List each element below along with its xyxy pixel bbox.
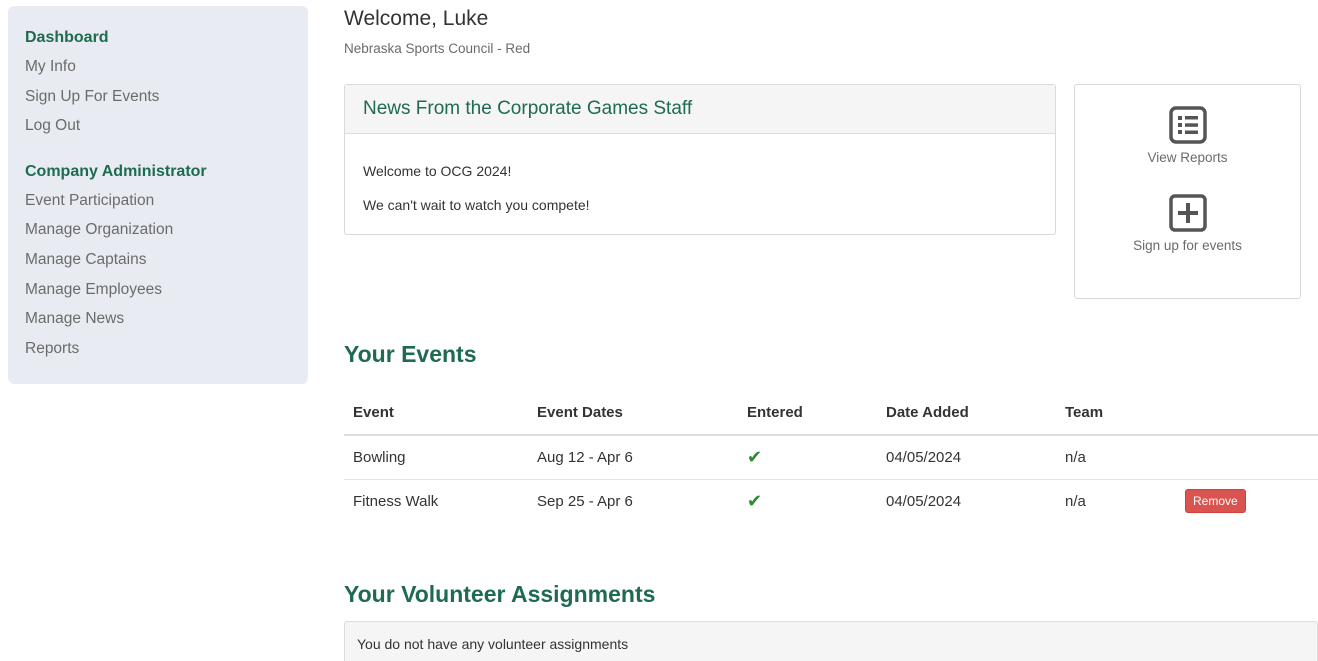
team: n/a [1065,492,1086,510]
sidebar-heading-company-administrator[interactable]: Company Administrator [25,162,308,182]
sidebar-item-event-participation[interactable]: Event Participation [25,191,308,221]
event-dates: Aug 12 - Apr 6 [528,435,738,480]
news-message: We can't wait to watch you compete! [363,197,590,213]
quick-actions-panel: View Reports Sign up for events [1074,84,1301,299]
volunteer-assignments-heading: Your Volunteer Assignments [344,581,656,607]
column-header-actions [1176,391,1318,436]
date-added: 04/05/2024 [886,492,962,510]
sidebar-item-manage-news[interactable]: Manage News [25,309,308,339]
team: n/a [1056,435,1176,480]
sidebar-item-manage-employees[interactable]: Manage Employees [25,280,308,310]
organization-subtitle: Nebraska Sports Council - Red [344,41,531,56]
volunteer-empty-message: You do not have any volunteer assignment… [344,621,1318,661]
sidebar-item-sign-up-for-events[interactable]: Sign Up For Events [25,87,308,117]
sidebar-item-reports[interactable]: Reports [25,339,308,369]
table-row: Bowling Aug 12 - Apr 6 ✔ 04/05/2024 n/a [344,435,1318,480]
remove-button[interactable]: Remove [1185,489,1246,514]
sidebar-item-manage-captains[interactable]: Manage Captains [25,250,308,280]
event-name: Bowling [344,435,528,480]
event-dates: Sep 25 - Apr 6 [537,492,633,510]
column-header-date-added: Date Added [877,391,1056,436]
table-header-row: Event Event Dates Entered Date Added Tea… [344,391,1318,436]
view-reports-link[interactable]: View Reports [1075,105,1300,167]
plus-square-icon [1168,194,1207,232]
events-table: Event Event Dates Entered Date Added Tea… [344,391,1318,523]
column-header-event: Event [344,391,528,436]
table-row: Fitness Walk Sep 25 - Apr 6 ✔ 04/05/2024… [344,479,1318,523]
column-header-event-dates: Event Dates [528,391,738,436]
list-icon [1168,106,1207,144]
sidebar-item-my-info[interactable]: My Info [25,57,308,87]
date-added: 04/05/2024 [877,435,1056,480]
row-actions [1176,435,1318,480]
news-panel-body: Welcome to OCG 2024! We can't wait to wa… [345,134,1055,214]
sign-up-for-events-label: Sign up for events [1133,238,1242,253]
sidebar-heading-dashboard[interactable]: Dashboard [25,28,308,48]
sign-up-for-events-link[interactable]: Sign up for events [1075,193,1300,255]
sidebar-item-log-out[interactable]: Log Out [25,116,308,146]
sidebar: Dashboard My Info Sign Up For Events Log… [8,6,308,384]
column-header-team: Team [1056,391,1176,436]
check-icon: ✔ [747,446,763,467]
check-icon: ✔ [747,490,763,511]
view-reports-label: View Reports [1147,150,1228,165]
page-title: Welcome, Luke [344,7,489,30]
event-name: Fitness Walk [353,492,439,510]
column-header-entered: Entered [738,391,877,436]
news-panel: News From the Corporate Games Staff Welc… [344,84,1056,235]
news-panel-title: News From the Corporate Games Staff [345,85,1055,134]
sidebar-item-manage-organization[interactable]: Manage Organization [25,220,308,250]
your-events-heading: Your Events [344,341,477,367]
news-headline: Welcome to OCG 2024! [363,163,512,179]
